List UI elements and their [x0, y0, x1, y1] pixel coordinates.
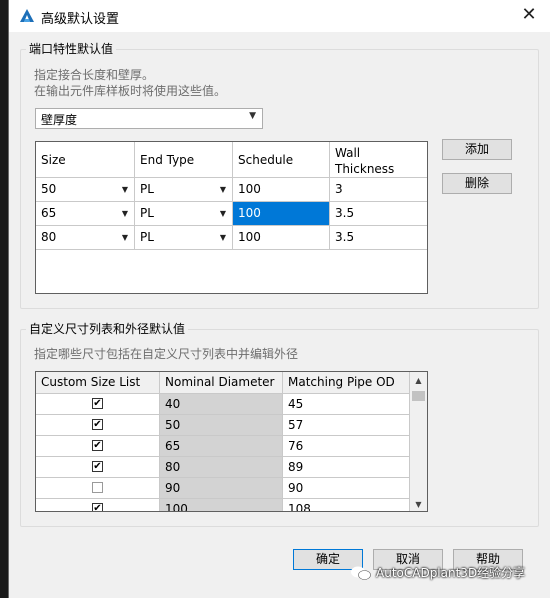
nominal-diameter-cell: 90 — [160, 478, 283, 499]
chevron-down-icon: ▼ — [219, 185, 226, 194]
vertical-scrollbar[interactable]: ▲ ▼ — [410, 372, 427, 511]
end-type-dropdown[interactable]: PL ▼ — [135, 178, 233, 202]
column-header-nominal-diameter[interactable]: Nominal Diameter — [160, 372, 283, 394]
wall-thickness-cell[interactable]: 3.5 — [330, 202, 427, 226]
schedule-cell[interactable]: 100 — [233, 178, 330, 202]
size-dropdown[interactable]: 80 ▼ — [36, 226, 135, 250]
autocad-logo-icon — [20, 9, 34, 22]
pipe-od-cell[interactable]: 89 — [283, 457, 410, 478]
custom-size-checkbox[interactable]: ✔ — [92, 440, 103, 451]
size-group-title: 自定义尺寸列表和外径默认值 — [26, 320, 189, 337]
port-hint-line1: 指定接合长度和壁厚。 — [34, 68, 155, 82]
port-hint-line2: 在输出元件库样板时将使用这些值。 — [34, 84, 227, 98]
size-dropdown[interactable]: 65 ▼ — [36, 202, 135, 226]
column-header-end-type[interactable]: End Type — [135, 142, 233, 178]
port-property-select-value: 壁厚度 — [41, 113, 78, 127]
window-title: 高级默认设置 — [41, 12, 120, 27]
nominal-diameter-cell: 80 — [160, 457, 283, 478]
advanced-defaults-dialog: 高级默认设置 ✕ 端口特性默认值 指定接合长度和壁厚。 在输出元件库样板时将使用… — [8, 0, 550, 598]
port-property-select[interactable]: 壁厚度 ▼ — [35, 108, 263, 129]
nominal-diameter-cell: 65 — [160, 436, 283, 457]
watermark-text: AutoCADplant3D经验分享 — [376, 566, 526, 580]
custom-size-checkbox[interactable]: ✔ — [92, 398, 103, 409]
scroll-up-icon[interactable]: ▲ — [410, 372, 427, 389]
column-header-schedule[interactable]: Schedule — [233, 142, 330, 178]
custom-size-checkbox-cell: ✔ — [36, 394, 160, 415]
chevron-down-icon: ▼ — [249, 111, 256, 121]
nominal-diameter-cell: 100 — [160, 499, 283, 511]
chevron-down-icon: ▼ — [121, 209, 128, 218]
custom-size-checkbox-cell: ✔ — [36, 436, 160, 457]
chevron-down-icon: ▼ — [121, 233, 128, 242]
custom-size-checkbox-cell: ✔ — [36, 415, 160, 436]
watermark: AutoCADplant3D经验分享 — [350, 564, 525, 581]
custom-size-checkbox-unchecked[interactable] — [92, 482, 103, 493]
close-icon[interactable]: ✕ — [517, 4, 541, 28]
custom-size-checkbox[interactable]: ✔ — [92, 461, 103, 472]
wall-thickness-cell[interactable]: 3 — [330, 178, 427, 202]
delete-row-button[interactable]: 删除 — [442, 173, 512, 194]
custom-size-checkbox[interactable]: ✔ — [92, 419, 103, 430]
port-group-title: 端口特性默认值 — [26, 40, 117, 57]
wechat-icon — [351, 566, 371, 580]
nominal-diameter-cell: 50 — [160, 415, 283, 436]
custom-size-checkbox[interactable]: ✔ — [92, 503, 103, 511]
column-header-size[interactable]: Size — [36, 142, 135, 178]
add-row-button[interactable]: 添加 — [442, 139, 512, 160]
column-header-wall-thickness[interactable]: Wall Thickness — [330, 142, 427, 178]
column-header-matching-pipe-od[interactable]: Matching Pipe OD — [283, 372, 410, 394]
chevron-down-icon: ▼ — [219, 233, 226, 242]
size-dropdown[interactable]: 50 ▼ — [36, 178, 135, 202]
custom-size-checkbox-cell: ✔ — [36, 499, 160, 511]
schedule-cell[interactable]: 100 — [233, 226, 330, 250]
column-header-custom-size-list[interactable]: Custom Size List — [36, 372, 160, 394]
custom-size-checkbox-cell: ✔ — [36, 457, 160, 478]
size-group-hint: 指定哪些尺寸包括在自定义尺寸列表中并编辑外径 — [34, 347, 299, 361]
nominal-diameter-cell: 40 — [160, 394, 283, 415]
pipe-od-cell[interactable]: 108 — [283, 499, 410, 511]
end-type-dropdown[interactable]: PL ▼ — [135, 202, 233, 226]
chevron-down-icon: ▼ — [121, 185, 128, 194]
custom-size-checkbox-cell — [36, 478, 160, 499]
title-bar: 高级默认设置 ✕ — [9, 0, 550, 32]
pipe-od-cell[interactable]: 57 — [283, 415, 410, 436]
wall-thickness-cell[interactable]: 3.5 — [330, 226, 427, 250]
end-type-dropdown[interactable]: PL ▼ — [135, 226, 233, 250]
scroll-down-icon[interactable]: ▼ — [410, 496, 427, 511]
custom-size-table: Custom Size List Nominal Diameter Matchi… — [35, 371, 428, 512]
chevron-down-icon: ▼ — [219, 209, 226, 218]
schedule-cell-selected[interactable]: 100 — [233, 202, 330, 226]
pipe-od-cell[interactable]: 90 — [283, 478, 410, 499]
scrollbar-thumb[interactable] — [412, 391, 425, 401]
port-properties-table: Size End Type Schedule Wall Thickness 50… — [35, 141, 428, 294]
pipe-od-cell[interactable]: 45 — [283, 394, 410, 415]
pipe-od-cell[interactable]: 76 — [283, 436, 410, 457]
